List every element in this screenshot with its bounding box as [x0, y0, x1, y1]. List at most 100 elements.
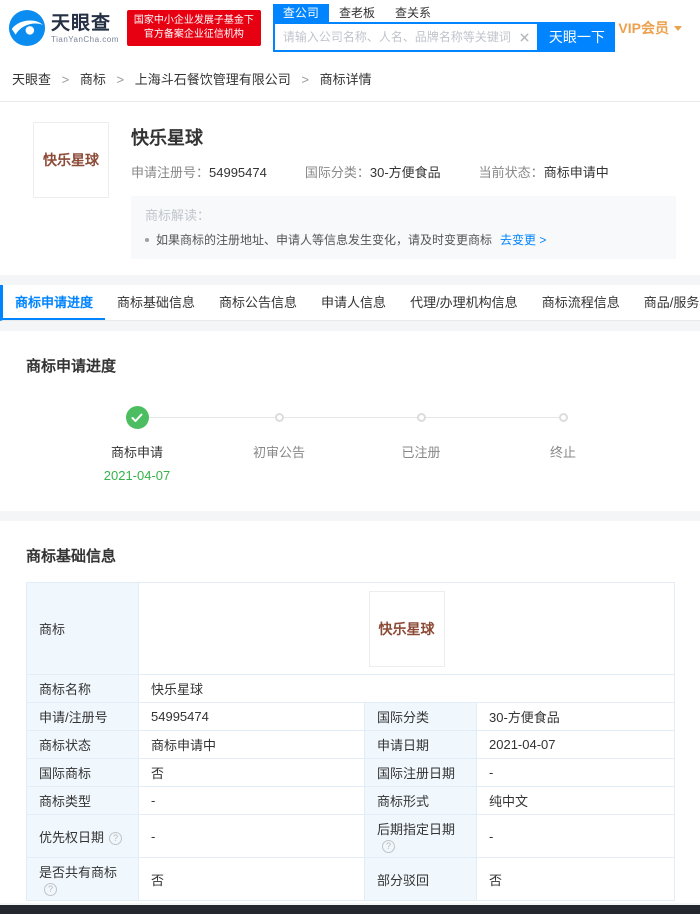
label-cell: 商标状态	[26, 730, 139, 759]
value-cell: 商标申请中	[138, 730, 365, 759]
search-tab-company[interactable]: 查公司	[272, 4, 329, 22]
trademark-image-text: 快乐星球	[378, 622, 435, 638]
field-value: 30-方便食品	[369, 165, 441, 180]
basic-info-section: 商标基础信息 商标 快乐星球 商标名称 快乐星球 申请/注册号 54995474…	[0, 521, 700, 903]
trademark-title: 快乐星球	[131, 128, 203, 148]
step-circle-row	[208, 406, 350, 429]
breadcrumb-home[interactable]: 天眼查	[12, 72, 51, 87]
value-cell: 快乐星球	[137, 674, 676, 703]
step-label: 终止	[549, 445, 576, 460]
search-tabs: 查公司 查老板 查关系	[272, 4, 615, 22]
tab-process-info[interactable]: 商标流程信息	[530, 285, 632, 320]
info-icon[interactable]	[44, 883, 57, 896]
field-current-status: 当前状态：商标申请中	[479, 162, 609, 181]
progress-step-terminated: 终止	[492, 406, 634, 483]
logo-text-block: 天眼查 TianYanCha.com	[51, 13, 119, 44]
search-tab-relation[interactable]: 查关系	[385, 4, 441, 22]
tab-gazette-info[interactable]: 商标公告信息	[207, 285, 309, 320]
field-label: 申请注册号：	[131, 165, 210, 180]
info-icon[interactable]	[382, 840, 395, 853]
label-cell: 后期指定日期	[364, 814, 477, 858]
vip-label: VIP会员	[618, 20, 669, 36]
label-cell: 商标	[26, 582, 139, 675]
search-input[interactable]	[274, 30, 518, 44]
trademark-image-table: 快乐星球	[368, 590, 445, 667]
chevron-down-icon	[674, 25, 682, 31]
application-progress-section: 商标申请进度 商标申请 2021-04-07 初审公告 已注册 终止	[0, 331, 700, 511]
step-label: 商标申请	[110, 445, 163, 460]
field-value: 54995474	[209, 165, 267, 180]
table-row: 商标类型 - 商标形式 纯中文	[26, 786, 676, 815]
field-international-class: 国际分类：30-方便食品	[305, 162, 441, 181]
field-value: 商标申请中	[543, 165, 609, 180]
label-cell: 商标形式	[364, 786, 477, 815]
logo-text: 天眼查	[51, 12, 112, 34]
trademark-summary-body: 快乐星球 申请注册号：54995474 国际分类：30-方便食品 当前状态：商标…	[131, 122, 676, 259]
trademark-key-fields: 申请注册号：54995474 国际分类：30-方便食品 当前状态：商标申请中	[131, 162, 676, 181]
tab-basic-info[interactable]: 商标基础信息	[105, 285, 207, 320]
breadcrumb-current: 商标详情	[319, 72, 372, 87]
field-registration-number: 申请注册号：54995474	[131, 162, 267, 181]
certification-badge: 国家中小企业发展子基金下 官方备案企业征信机构	[126, 10, 261, 46]
label-cell: 申请/注册号	[26, 702, 139, 731]
search-row: 天眼一下	[272, 22, 615, 52]
logo-subtext: TianYanCha.com	[51, 34, 119, 44]
basic-info-section-title: 商标基础信息	[26, 548, 117, 565]
step-circle-row	[350, 406, 492, 429]
table-row: 申请/注册号 54995474 国际分类 30-方便食品	[26, 702, 676, 731]
search-area: 查公司 查老板 查关系 天眼一下	[272, 4, 615, 52]
interpretation-title: 商标解读：	[145, 208, 211, 223]
label-text: 后期指定日期	[377, 822, 456, 837]
bullet-icon	[145, 237, 149, 242]
pending-step-icon	[416, 413, 426, 422]
info-icon[interactable]	[109, 831, 123, 845]
progress-section-title: 商标申请进度	[26, 358, 117, 375]
tianyancha-trademark-page: 天眼查 TianYanCha.com 国家中小企业发展子基金下 官方备案企业征信…	[0, 0, 700, 914]
tianyancha-logo[interactable]: 天眼查 TianYanCha.com	[8, 9, 119, 47]
value-cell: -	[475, 814, 676, 858]
interpretation-box: 商标解读： 如果商标的注册地址、申请人等信息发生变化，请及时变更商标 去变更 >	[131, 196, 676, 259]
tab-applicant-info[interactable]: 申请人信息	[309, 285, 398, 320]
breadcrumb-separator: >	[116, 72, 125, 87]
footer-strip	[0, 905, 700, 914]
value-cell: -	[138, 786, 365, 815]
breadcrumb-company[interactable]: 上海斗石餐饮管理有限公司	[135, 72, 291, 87]
label-cell: 商标类型	[26, 786, 139, 815]
value-cell: 否	[475, 857, 676, 901]
value-cell: 快乐星球	[137, 582, 676, 675]
label-cell: 国际注册日期	[364, 758, 477, 787]
section-tabbar: 商标申请进度 商标基础信息 商标公告信息 申请人信息 代理/办理机构信息 商标流…	[0, 285, 700, 321]
step-date: 2021-04-07	[103, 468, 171, 483]
field-label: 当前状态：	[478, 165, 544, 180]
value-cell: -	[475, 758, 676, 787]
check-icon	[125, 406, 149, 429]
trademark-summary: 快乐星球 快乐星球 申请注册号：54995474 国际分类：30-方便食品 当前…	[0, 102, 700, 275]
label-cell: 优先权日期	[26, 814, 139, 858]
label-cell: 申请日期	[364, 730, 477, 759]
breadcrumb-trademark[interactable]: 商标	[80, 72, 106, 87]
clear-search-icon[interactable]	[518, 31, 531, 44]
vip-link[interactable]: VIP会员	[618, 18, 688, 38]
table-row: 是否共有商标 否 部分驳回 否	[26, 857, 676, 901]
pending-step-icon	[558, 413, 568, 422]
label-text: 是否共有商标	[39, 865, 118, 880]
progress-step-preliminary: 初审公告	[208, 406, 350, 483]
trademark-image: 快乐星球	[33, 122, 109, 198]
tab-application-progress[interactable]: 商标申请进度	[3, 285, 105, 320]
value-cell: -	[138, 814, 365, 858]
trademark-image-text: 快乐星球	[43, 154, 99, 169]
tianyancha-logo-icon	[8, 9, 46, 47]
progress-stepper: 商标申请 2021-04-07 初审公告 已注册 终止	[66, 406, 634, 483]
progress-step-applied: 商标申请 2021-04-07	[66, 406, 208, 483]
value-cell: 2021-04-07	[475, 730, 676, 759]
tab-agency-info[interactable]: 代理/办理机构信息	[398, 285, 530, 320]
search-button[interactable]: 天眼一下	[538, 22, 615, 52]
cert-line-2: 官方备案企业征信机构	[143, 29, 244, 40]
label-cell: 部分驳回	[364, 857, 477, 901]
tab-goods-services[interactable]: 商品/服务项目	[632, 285, 700, 320]
change-trademark-link[interactable]: 去变更 >	[500, 231, 546, 248]
value-cell: 否	[138, 857, 365, 901]
table-row: 商标状态 商标申请中 申请日期 2021-04-07	[26, 730, 676, 759]
search-tab-boss[interactable]: 查老板	[329, 4, 385, 22]
table-row: 国际商标 否 国际注册日期 -	[26, 758, 676, 787]
